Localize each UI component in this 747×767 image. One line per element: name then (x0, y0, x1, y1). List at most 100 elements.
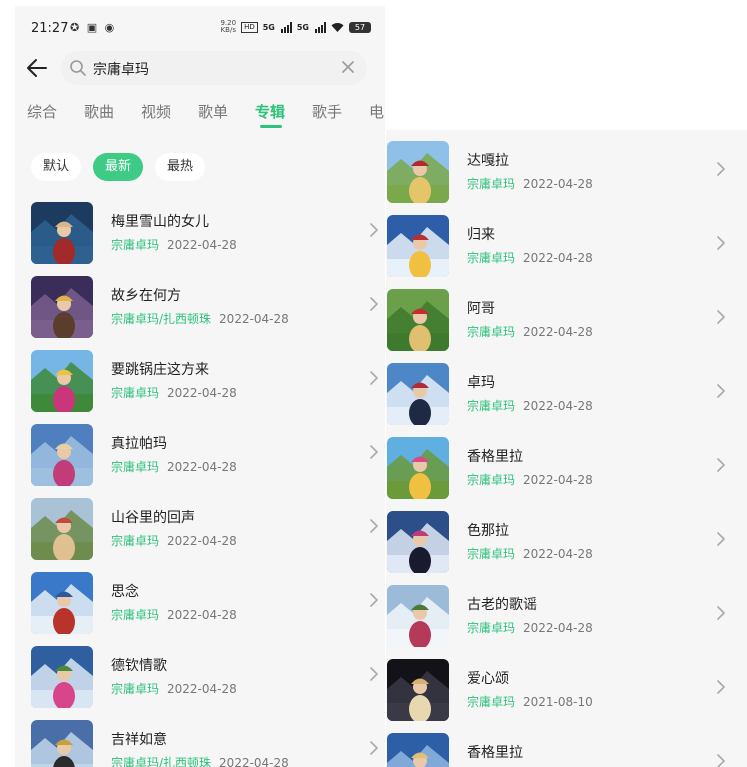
album-row[interactable]: 山谷里的回声 宗庸卓玛 2022-04-28 (31, 498, 385, 568)
album-artist[interactable]: 宗庸卓玛 (467, 547, 515, 561)
album-row[interactable]: 吉祥如意宗庸卓玛/扎西顿珠 2022-04-28 (31, 720, 385, 767)
chevron-right-icon (370, 223, 378, 237)
album-meta: 宗庸卓玛 2022-04-28 (467, 545, 593, 562)
album-row[interactable]: 故乡在何方 宗庸卓玛/扎西顿珠 2022-04-28 (31, 276, 385, 346)
album-title: 香格里拉 (467, 449, 523, 465)
album-meta: 宗庸卓玛 2022-04-28 (467, 175, 593, 192)
album-title: 山谷里的回声 (111, 510, 195, 526)
album-artist[interactable]: 宗庸卓玛 (467, 695, 515, 709)
album-cover (31, 424, 93, 486)
album-meta: 宗庸卓玛 2022-04-28 (111, 458, 237, 475)
album-cover (31, 646, 93, 708)
album-row[interactable]: 思念宗庸卓玛 2022-04-28 (31, 572, 385, 642)
album-meta: 宗庸卓玛 2022-04-28 (111, 680, 237, 697)
album-date: 2022-04-28 (167, 534, 237, 548)
album-row[interactable]: 香格里拉 (387, 733, 747, 767)
category-tabs: 综合 歌曲 视频 歌单 专辑 歌手 电 (15, 96, 385, 132)
album-cover (387, 141, 449, 203)
album-row[interactable]: 归来 宗庸卓玛 2022-04-28 (387, 215, 747, 285)
tab-playlists[interactable]: 歌单 (198, 101, 228, 122)
signal-icon-2 (315, 21, 326, 33)
search-input[interactable]: 宗庸卓玛 (61, 51, 367, 85)
chevron-right-icon (717, 236, 725, 250)
album-date: 2022-04-28 (523, 473, 593, 487)
album-cover (387, 289, 449, 351)
album-date: 2022-04-28 (523, 325, 593, 339)
active-tab-indicator (260, 125, 282, 128)
album-meta: 宗庸卓玛 2022-04-28 (467, 397, 593, 414)
album-meta: 宗庸卓玛/扎西顿珠 2022-04-28 (111, 754, 289, 767)
album-cover (31, 498, 93, 560)
album-date: 2022-04-28 (219, 756, 289, 767)
tab-songs[interactable]: 歌曲 (84, 101, 114, 122)
chevron-right-icon (717, 606, 725, 620)
album-row[interactable]: 德钦情歌宗庸卓玛 2022-04-28 (31, 646, 385, 716)
tab-comprehensive[interactable]: 综合 (27, 101, 57, 122)
clear-icon[interactable] (341, 60, 355, 74)
album-meta: 宗庸卓玛 2022-04-28 (467, 619, 593, 636)
album-cover (387, 437, 449, 499)
album-date: 2022-04-28 (523, 177, 593, 191)
album-meta: 宗庸卓玛 2021-08-10 (467, 693, 593, 710)
sort-hottest-button[interactable]: 最热 (155, 153, 206, 181)
album-title: 古老的歌谣 (467, 597, 537, 613)
album-title: 香格里拉 (467, 745, 523, 761)
album-artist[interactable]: 宗庸卓玛 (467, 621, 515, 635)
album-row[interactable]: 爱心颂 宗庸卓玛 2021-08-10 (387, 659, 747, 729)
album-title: 归来 (467, 227, 495, 243)
album-date: 2022-04-28 (167, 460, 237, 474)
album-title: 德钦情歌 (111, 658, 167, 674)
album-cover (387, 585, 449, 647)
status-right: 9.20 KB/s HD 5G 5G 57 (220, 20, 371, 34)
chevron-right-icon (717, 384, 725, 398)
album-title: 真拉帕玛 (111, 436, 167, 452)
album-row[interactable]: 达嘎拉 宗庸卓玛 2022-04-28 (387, 141, 747, 211)
album-artist[interactable]: 宗庸卓玛/扎西顿珠 (111, 756, 211, 767)
album-meta: 宗庸卓玛/扎西顿珠 2022-04-28 (111, 310, 289, 327)
album-row[interactable]: 要跳锅庄这方来 宗庸卓玛 2022-04-28 (31, 350, 385, 420)
tab-albums[interactable]: 专辑 (255, 101, 285, 122)
album-artist[interactable]: 宗庸卓玛 (111, 386, 159, 400)
album-row[interactable]: 真拉帕玛宗庸卓玛 2022-04-28 (31, 424, 385, 494)
album-artist[interactable]: 宗庸卓玛/扎西顿珠 (111, 312, 211, 326)
status-bar: 21:27 ✪ ▣ ◉ 9.20 KB/s HD 5G 5G 57 (15, 6, 385, 46)
album-artist[interactable]: 宗庸卓玛 (467, 177, 515, 191)
album-artist[interactable]: 宗庸卓玛 (111, 608, 159, 622)
album-row[interactable]: 古老的歌谣宗庸卓玛 2022-04-28 (387, 585, 747, 655)
album-row[interactable]: 色那拉宗庸卓玛 2022-04-28 (387, 511, 747, 581)
album-title: 色那拉 (467, 523, 509, 539)
album-title: 思念 (111, 584, 139, 600)
album-row[interactable]: 卓玛 宗庸卓玛 2022-04-28 (387, 363, 747, 433)
album-artist[interactable]: 宗庸卓玛 (467, 399, 515, 413)
album-artist[interactable]: 宗庸卓玛 (111, 534, 159, 548)
album-title: 阿哥 (467, 301, 495, 317)
tab-radio[interactable]: 电 (369, 101, 384, 122)
album-artist[interactable]: 宗庸卓玛 (467, 251, 515, 265)
album-artist[interactable]: 宗庸卓玛 (467, 325, 515, 339)
album-row[interactable]: 梅里雪山的女儿 宗庸卓玛 2022-04-28 (31, 202, 385, 272)
album-cover (387, 511, 449, 573)
chevron-right-icon (370, 297, 378, 311)
hd-icon: HD (241, 21, 258, 33)
album-meta: 宗庸卓玛 2022-04-28 (111, 236, 237, 253)
chevron-right-icon (717, 754, 725, 767)
album-row[interactable]: 香格里拉宗庸卓玛 2022-04-28 (387, 437, 747, 507)
album-date: 2022-04-28 (219, 312, 289, 326)
signal-icon (280, 21, 292, 33)
album-artist[interactable]: 宗庸卓玛 (111, 238, 159, 252)
album-artist[interactable]: 宗庸卓玛 (111, 682, 159, 696)
chevron-right-icon (370, 593, 378, 607)
album-artist[interactable]: 宗庸卓玛 (467, 473, 515, 487)
album-row[interactable]: 阿哥宗庸卓玛 2022-04-28 (387, 289, 747, 359)
tab-artists[interactable]: 歌手 (312, 101, 342, 122)
album-date: 2022-04-28 (523, 399, 593, 413)
album-meta: 宗庸卓玛 2022-04-28 (111, 532, 237, 549)
album-artist[interactable]: 宗庸卓玛 (111, 460, 159, 474)
sort-default-button[interactable]: 默认 (31, 153, 82, 181)
sort-newest-button[interactable]: 最新 (93, 153, 144, 181)
album-meta: 宗庸卓玛 2022-04-28 (111, 606, 237, 623)
album-cover (31, 720, 93, 767)
back-arrow-icon[interactable] (25, 56, 49, 80)
album-title: 吉祥如意 (111, 732, 167, 748)
tab-videos[interactable]: 视频 (141, 101, 171, 122)
